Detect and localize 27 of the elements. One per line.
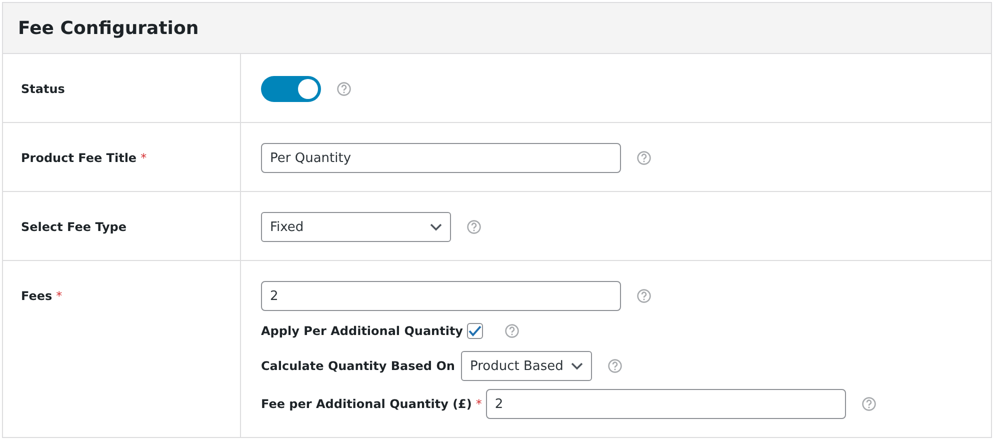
- help-icon[interactable]: [862, 397, 876, 411]
- field-label: Status: [21, 81, 65, 98]
- status-toggle[interactable]: [261, 76, 321, 102]
- required-mark: *: [140, 150, 147, 167]
- text-field[interactable]: 2: [486, 389, 846, 419]
- help-icon[interactable]: [467, 220, 481, 234]
- field-label: Fee per Additional Quantity (£): [261, 397, 472, 411]
- field-label: Calculate Quantity Based On: [261, 359, 455, 373]
- panel-title: Fee Configuration: [18, 18, 199, 38]
- help-icon[interactable]: [337, 82, 351, 96]
- text-field[interactable]: Per Quantity: [261, 143, 621, 173]
- field-label: Fees: [21, 288, 52, 305]
- select-dropdown[interactable]: Product Based: [460, 351, 592, 381]
- help-icon[interactable]: [505, 324, 520, 338]
- chevron-down-icon: [571, 362, 584, 370]
- field-label: Select Fee Type: [21, 219, 127, 236]
- required-mark: *: [476, 397, 482, 411]
- help-icon[interactable]: [637, 289, 651, 303]
- checkbox[interactable]: [467, 323, 484, 339]
- text-field[interactable]: 2: [261, 281, 621, 311]
- field-label: Apply Per Additional Quantity: [261, 324, 464, 338]
- field-label: Product Fee Title: [21, 150, 137, 167]
- chevron-down-icon: [430, 223, 442, 231]
- help-icon[interactable]: [637, 151, 651, 165]
- select-dropdown[interactable]: Fixed: [261, 212, 451, 242]
- required-mark: *: [56, 288, 62, 305]
- help-icon[interactable]: [608, 359, 622, 373]
